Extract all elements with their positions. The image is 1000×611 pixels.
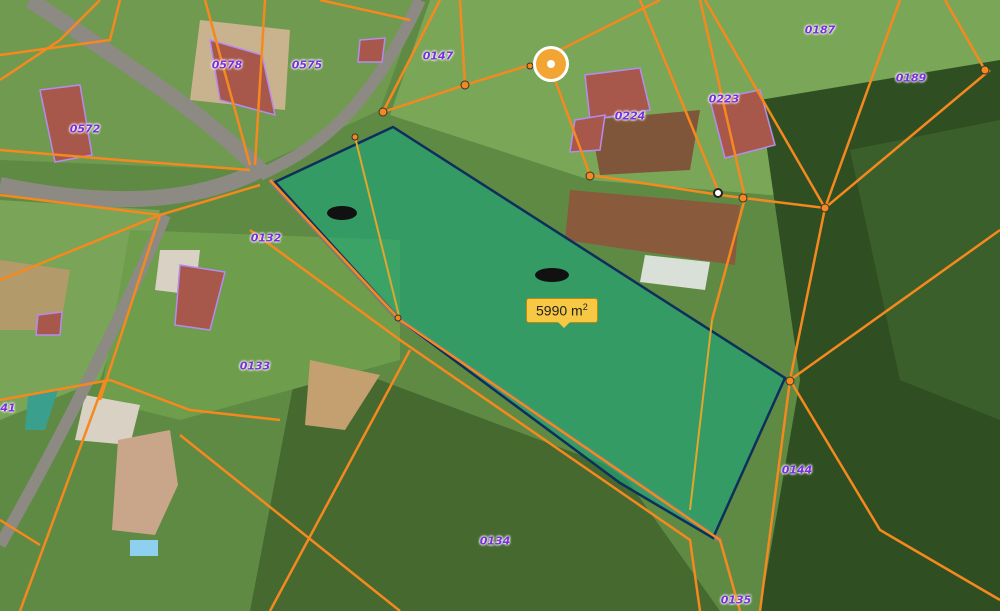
parcel-label-0144: 0144 (781, 463, 813, 477)
parcel-label-0187: 0187 (804, 23, 836, 37)
area-measurement-tooltip: 5990 m2 (526, 298, 598, 328)
parcel-label-0224: 0224 (614, 109, 646, 123)
parcel-label-0133: 0133 (239, 359, 271, 373)
area-value: 5990 m (536, 302, 583, 319)
parcel-label-0134: 0134 (479, 534, 511, 548)
parcel-label-0578: 0578 (211, 58, 243, 72)
parcel-label-0147: 0147 (422, 49, 454, 63)
parcel-label-0223: 0223 (708, 92, 740, 106)
aerial-imagery (0, 0, 1000, 611)
parcel-label-0135: 0135 (720, 593, 752, 607)
parcel-label-41: 41 (0, 401, 16, 415)
parcel-label-0132: 0132 (250, 231, 282, 245)
parcel-label-0575: 0575 (291, 58, 323, 72)
area-unit-superscript: 2 (582, 302, 588, 312)
parcel-label-0189: 0189 (895, 71, 927, 85)
cadastral-map[interactable]: 0578 0575 0147 0187 0189 0572 0224 0223 … (0, 0, 1000, 611)
location-marker-icon[interactable] (533, 46, 569, 82)
parcel-label-0572: 0572 (69, 122, 101, 136)
